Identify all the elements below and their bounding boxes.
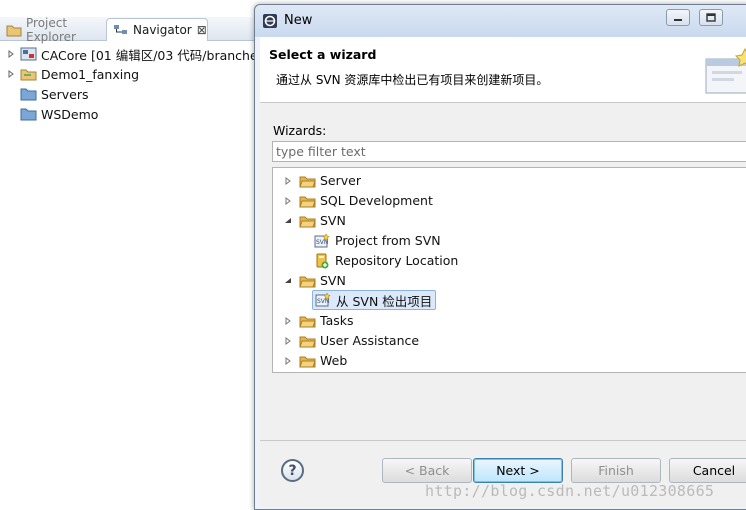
tree-node-label: CACore [01 编辑区/03 代码/branches/ bbox=[41, 47, 269, 63]
minimize-button[interactable] bbox=[666, 9, 690, 26]
wizards-label: Wizards: bbox=[273, 123, 327, 138]
folder-open-icon bbox=[299, 216, 316, 227]
expand-arrow-icon[interactable] bbox=[6, 69, 16, 79]
tab-project-explorer[interactable]: Project Explorer bbox=[0, 15, 104, 44]
wizard-category-svn[interactable]: SVN bbox=[283, 211, 346, 230]
wizard-item-project-from-svn[interactable]: SVN Project from SVN bbox=[314, 231, 441, 250]
dialog-content: Select a wizard 通过从 SVN 资源库中检出已有项目来创建新项目… bbox=[260, 37, 746, 507]
expand-arrow-icon[interactable] bbox=[283, 336, 293, 346]
tree-node-label: WSDemo bbox=[41, 106, 99, 122]
dialog-title: New bbox=[284, 13, 313, 28]
wizard-category-server[interactable]: Server bbox=[283, 171, 361, 190]
watermark-text: http://blog.csdn.net/u012308665 bbox=[425, 482, 715, 500]
wizard-tree-label: Repository Location bbox=[335, 253, 459, 268]
svn-checkout-icon: SVN bbox=[315, 292, 331, 307]
wizard-header-title: Select a wizard bbox=[269, 47, 377, 62]
expand-arrow-icon[interactable] bbox=[283, 196, 293, 206]
help-icon: ? bbox=[288, 462, 297, 479]
wizard-tree-label: Web bbox=[320, 353, 348, 368]
close-icon[interactable]: ⊠ bbox=[197, 23, 207, 37]
wizard-tree-label: 从 SVN 检出项目 bbox=[336, 293, 433, 309]
tree-node-label: Servers bbox=[41, 86, 89, 102]
svn-checkout-icon: SVN bbox=[314, 232, 330, 247]
collapse-arrow-icon[interactable] bbox=[283, 276, 293, 286]
repository-location-icon bbox=[316, 253, 329, 268]
collapse-arrow-icon[interactable] bbox=[283, 216, 293, 226]
expand-arrow-icon[interactable] bbox=[283, 356, 293, 366]
wizard-header-description: 通过从 SVN 资源库中检出已有项目来创建新项目。 bbox=[276, 73, 549, 87]
maximize-icon bbox=[706, 13, 716, 22]
dialog-titlebar[interactable]: New bbox=[255, 5, 746, 37]
folder-icon bbox=[20, 88, 37, 101]
tree-node[interactable]: WSDemo bbox=[20, 104, 98, 124]
wizard-tree-label: User Assistance bbox=[320, 333, 420, 348]
folder-icon bbox=[6, 25, 22, 36]
wizard-tree-label: SQL Development bbox=[320, 193, 433, 208]
tree-node[interactable]: CACore [01 编辑区/03 代码/branches/ bbox=[6, 44, 268, 64]
expand-arrow-icon[interactable] bbox=[6, 49, 16, 59]
finish-button[interactable]: Finish bbox=[571, 458, 661, 483]
tree-node[interactable]: Servers bbox=[20, 84, 89, 104]
new-wizard-dialog: New Select a wizard 通过从 SVN 资源库中检出已有项目来创… bbox=[254, 4, 746, 510]
svn-project-icon bbox=[20, 47, 37, 61]
wizard-tree-label: SVN bbox=[320, 273, 346, 288]
wizard-tree-label: SVN bbox=[320, 213, 346, 228]
wizard-tree[interactable]: Server SQL Development SVN SVN Project f… bbox=[272, 167, 746, 373]
minimize-icon bbox=[674, 18, 682, 21]
folder-icon bbox=[299, 356, 316, 367]
wizard-tree-label: Project from SVN bbox=[335, 233, 441, 248]
tab-label: Project Explorer bbox=[26, 15, 76, 44]
svg-text:SVN: SVN bbox=[316, 239, 328, 246]
project-folder-icon bbox=[20, 69, 37, 81]
cancel-button[interactable]: Cancel bbox=[669, 458, 746, 483]
next-button[interactable]: Next > bbox=[473, 458, 563, 483]
wizard-category-user-assistance[interactable]: User Assistance bbox=[283, 331, 419, 350]
help-button[interactable]: ? bbox=[281, 459, 304, 482]
eclipse-icon bbox=[263, 14, 277, 28]
new-wizard-banner-icon bbox=[705, 47, 746, 94]
folder-icon bbox=[299, 316, 316, 327]
folder-icon bbox=[299, 196, 316, 207]
folder-icon bbox=[20, 108, 37, 121]
wizard-category-sql-development[interactable]: SQL Development bbox=[283, 191, 433, 210]
folder-icon bbox=[299, 176, 316, 187]
wizard-item-svn-checkout[interactable]: SVN 从 SVN 检出项目 bbox=[312, 290, 437, 310]
back-button[interactable]: < Back bbox=[382, 458, 472, 483]
wizard-tree-label: Server bbox=[320, 173, 361, 188]
button-bar-separator bbox=[260, 440, 746, 441]
wizard-tree-label: Tasks bbox=[320, 313, 354, 328]
navigator-icon bbox=[114, 25, 127, 34]
tree-node[interactable]: Demo1_fanxing bbox=[6, 64, 139, 84]
tab-label: Navigator bbox=[133, 23, 192, 37]
wizard-category-web[interactable]: Web bbox=[283, 351, 347, 370]
wizard-category-svn[interactable]: SVN bbox=[283, 271, 346, 290]
wizard-item-repository-location[interactable]: Repository Location bbox=[314, 251, 458, 270]
maximize-button[interactable] bbox=[699, 9, 723, 26]
expand-arrow-icon[interactable] bbox=[283, 316, 293, 326]
wizard-header: Select a wizard 通过从 SVN 资源库中检出已有项目来创建新项目… bbox=[260, 37, 746, 103]
tree-node-label: Demo1_fanxing bbox=[41, 66, 140, 82]
wizard-category-tasks[interactable]: Tasks bbox=[283, 311, 354, 330]
tab-navigator[interactable]: Navigator ⊠ bbox=[106, 18, 208, 41]
svg-text:SVN: SVN bbox=[317, 298, 329, 305]
folder-icon bbox=[299, 336, 316, 347]
folder-open-icon bbox=[299, 276, 316, 287]
expand-arrow-icon[interactable] bbox=[283, 176, 293, 186]
filter-input[interactable] bbox=[272, 141, 746, 162]
view-tab-bar: Project Explorer Navigator ⊠ bbox=[0, 15, 256, 44]
